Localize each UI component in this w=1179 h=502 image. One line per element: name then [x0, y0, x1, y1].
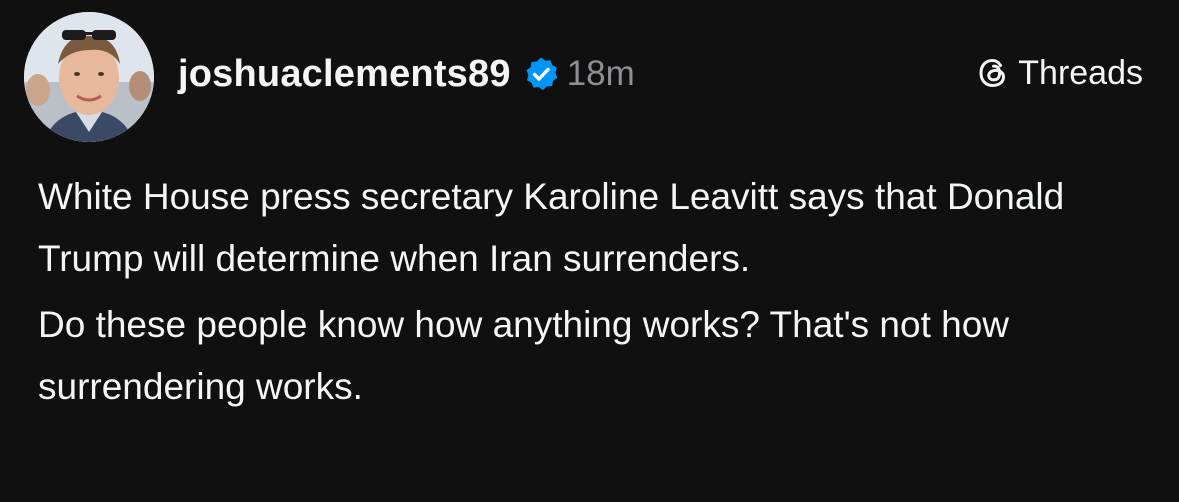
post-header: joshuaclements89 18m — [178, 46, 635, 102]
post-timestamp: 18m — [566, 54, 635, 93]
post-body: White House press secretary Karoline Lea… — [38, 166, 1148, 418]
threads-label: Threads — [1018, 53, 1143, 92]
avatar[interactable] — [24, 12, 154, 142]
thread-post: joshuaclements89 18m Threads White House… — [0, 0, 1179, 502]
verified-badge-icon — [523, 56, 559, 92]
threads-logo-icon — [976, 56, 1010, 90]
post-paragraph: Do these people know how anything works?… — [38, 304, 1010, 407]
post-paragraph: White House press secretary Karoline Lea… — [38, 176, 1065, 279]
avatar-photo — [24, 12, 154, 142]
threads-brand[interactable]: Threads — [976, 50, 1143, 96]
username[interactable]: joshuaclements89 — [178, 53, 511, 96]
